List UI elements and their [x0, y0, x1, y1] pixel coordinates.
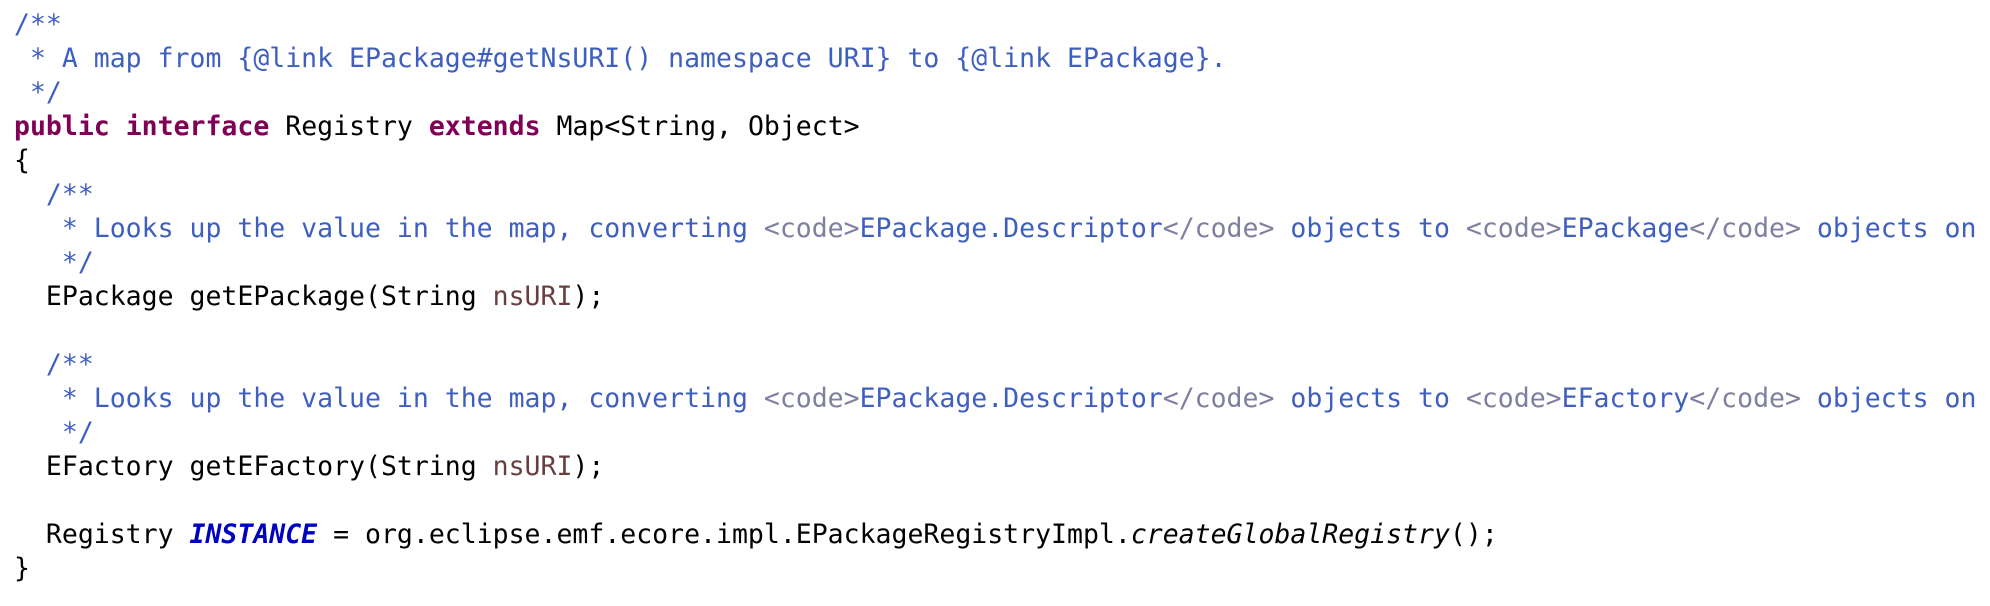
- javadoc-token: */: [14, 247, 94, 278]
- code-token: EFactory getEFactory(String: [14, 451, 493, 482]
- code-line: */: [14, 246, 1980, 280]
- javadoc-token: * Looks up the value in the map, convert…: [14, 213, 764, 244]
- code-token: }: [14, 553, 30, 584]
- code-token: );: [572, 281, 605, 312]
- code-line: * A map from {@link EPackage#getNsURI() …: [14, 42, 1980, 76]
- code-line: EFactory getEFactory(String nsURI);: [14, 450, 1980, 484]
- static-field-token: INSTANCE: [189, 519, 318, 550]
- code-line: EPackage getEPackage(String nsURI);: [14, 280, 1980, 314]
- javadoc-token: objects on demand.: [1816, 213, 1977, 244]
- javadoc-token: * A map from {@link EPackage#getNsURI() …: [14, 43, 1227, 74]
- code-line: */: [14, 416, 1980, 450]
- code-token: );: [572, 451, 605, 482]
- code-line: {: [14, 144, 1980, 178]
- code-line: Registry INSTANCE = org.eclipse.emf.ecor…: [14, 518, 1980, 552]
- javadoc-token: /**: [14, 349, 94, 380]
- keyword-token: extends: [428, 111, 541, 142]
- javadoc-token: EPackage.Descriptor: [859, 213, 1163, 244]
- html-tag-token: </code>: [1689, 213, 1801, 244]
- html-tag-token: <code>: [1465, 213, 1562, 244]
- code-token: Registry: [269, 111, 429, 142]
- html-tag-token: <code>: [763, 213, 860, 244]
- code-token: {: [14, 145, 30, 176]
- parameter-token: nsURI: [492, 281, 573, 312]
- html-tag-token: <code>: [1465, 383, 1562, 414]
- static-method-token: createGlobalRegistry: [1130, 519, 1450, 550]
- html-tag-token: </code>: [1162, 213, 1275, 244]
- javadoc-token: objects to: [1274, 213, 1466, 244]
- code-token: = org.eclipse.emf.ecore.impl.EPackageReg…: [317, 519, 1131, 550]
- code-editor[interactable]: /** * A map from {@link EPackage#getNsUR…: [14, 8, 1980, 586]
- javadoc-token: objects to: [1274, 383, 1466, 414]
- code-token: EPackage getEPackage(String: [14, 281, 493, 312]
- html-tag-token: </code>: [1689, 383, 1801, 414]
- code-line: public interface Registry extends Map<St…: [14, 110, 1980, 144]
- code-line: * Looks up the value in the map, convert…: [14, 212, 1980, 246]
- code-token: Map<String, Object>: [540, 111, 860, 142]
- code-line: /**: [14, 348, 1980, 382]
- javadoc-token: EFactory: [1561, 383, 1690, 414]
- code-line: */: [14, 76, 1980, 110]
- html-tag-token: </code>: [1162, 383, 1275, 414]
- html-tag-token: <code>: [763, 383, 860, 414]
- javadoc-token: EPackage.Descriptor: [859, 383, 1163, 414]
- javadoc-token: EPackage: [1561, 213, 1690, 244]
- javadoc-token: * Looks up the value in the map, convert…: [14, 383, 764, 414]
- code-token: Registry: [14, 519, 190, 550]
- code-line: /**: [14, 178, 1980, 212]
- code-line: * Looks up the value in the map, convert…: [14, 382, 1980, 416]
- javadoc-token: */: [14, 417, 94, 448]
- javadoc-token: /**: [14, 9, 62, 40]
- javadoc-token: */: [14, 77, 62, 108]
- code-line: /**: [14, 8, 1980, 42]
- keyword-token: public: [14, 111, 110, 142]
- javadoc-token: /**: [14, 179, 94, 210]
- code-line: }: [14, 552, 1980, 586]
- javadoc-token: objects on demand.: [1816, 383, 1977, 414]
- parameter-token: nsURI: [492, 451, 573, 482]
- keyword-token: interface: [125, 111, 270, 142]
- code-token: ();: [1449, 519, 1498, 550]
